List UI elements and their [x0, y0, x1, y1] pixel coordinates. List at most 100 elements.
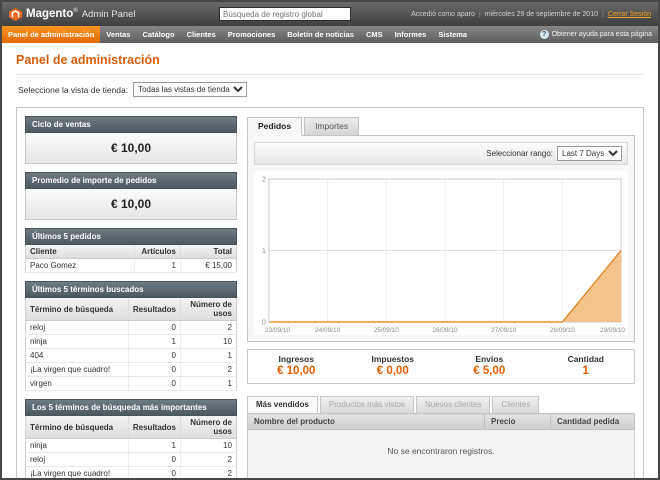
panel-title: Ciclo de ventas — [25, 116, 237, 133]
tab-pedidos[interactable]: Pedidos — [247, 117, 302, 136]
column-header-numero-de-usos: Número de usos — [181, 416, 237, 439]
cell-value: 1 — [128, 439, 180, 453]
page-help-link[interactable]: ? Obtener ayuda para esta página — [534, 26, 658, 43]
nav-item-catalogo[interactable]: Catálogo — [136, 26, 180, 43]
nav-item-promociones[interactable]: Promociones — [222, 26, 282, 43]
cell-term: ninja — [26, 335, 129, 349]
cell-term: ¡La virgen que cuadro! — [26, 467, 129, 479]
top-search-terms-table: Término de búsquedaResultadosNúmero de u… — [25, 416, 237, 478]
column-header-total: Total — [181, 245, 237, 259]
svg-text:29/09/10: 29/09/10 — [600, 327, 626, 334]
panel-title: Los 5 términos de búsqueda más important… — [25, 399, 237, 416]
products-tabs: Más vendidosProductos más vistosNuevos c… — [247, 396, 635, 414]
table-row[interactable]: Paco Gomez1€ 15,00 — [26, 259, 237, 273]
range-selector-row: Seleccionar rango: Last 7 Days — [254, 142, 628, 165]
table-row[interactable]: reloj02 — [26, 321, 237, 335]
range-label: Seleccionar rango: — [486, 149, 553, 158]
table-row[interactable]: ¡La virgen que cuadro!02 — [26, 467, 237, 479]
cell-term: Paco Gomez — [26, 259, 135, 273]
cell-value: 2 — [181, 453, 237, 467]
lifetime-sales-value: € 10,00 — [25, 133, 237, 164]
nav-item-panel-de-administracion[interactable]: Panel de administración — [2, 26, 100, 43]
svg-text:23/09/10: 23/09/10 — [265, 327, 291, 334]
cell-value: 0 — [128, 377, 180, 391]
separator: | — [479, 11, 481, 18]
cell-term: ninja — [26, 439, 129, 453]
cell-value: 0 — [128, 349, 180, 363]
dashboard-sidebar: Ciclo de ventas € 10,00 Promedio de impo… — [25, 116, 237, 478]
cell-value: 1 — [135, 259, 181, 273]
table-row[interactable]: 40401 — [26, 349, 237, 363]
main-nav: Panel de administraciónVentasCatálogoCli… — [2, 26, 658, 43]
cell-term: reloj — [26, 453, 129, 467]
table-header-row: Término de búsquedaResultadosNúmero de u… — [26, 416, 237, 439]
column-header-termino-de-busqueda: Término de búsqueda — [26, 298, 129, 321]
tab-mas-vendidos[interactable]: Más vendidos — [247, 396, 318, 414]
header-date: miércoles 29 de septiembre de 2010 — [485, 11, 598, 18]
total-value: € 10,00 — [248, 365, 345, 377]
table-row[interactable]: ninja110 — [26, 439, 237, 453]
empty-message: No se encontraron registros. — [248, 430, 635, 479]
tab-importes[interactable]: Importes — [304, 117, 359, 136]
column-header-termino-de-busqueda: Término de búsqueda — [26, 416, 129, 439]
svg-text:26/09/10: 26/09/10 — [432, 327, 458, 334]
total-label: Envíos — [441, 354, 538, 364]
column-header-articulos: Artículos — [135, 245, 181, 259]
top-header: Magento® Admin Panel Accedió como aparo … — [2, 2, 658, 26]
nav-item-clientes[interactable]: Clientes — [181, 26, 222, 43]
column-header-resultados: Resultados — [128, 416, 180, 439]
products-table-header-row: Nombre del productoPrecioCantidad pedida — [248, 414, 635, 430]
dashboard-main: Panel de administración Seleccione la vi… — [2, 43, 658, 478]
table-header-row: Término de búsquedaResultadosNúmero de u… — [26, 298, 237, 321]
cell-value: 2 — [181, 467, 237, 479]
tab-clientes: Clientes — [492, 396, 539, 414]
products-table: Nombre del productoPrecioCantidad pedida… — [247, 413, 635, 478]
logo-text: Magento® — [26, 8, 78, 20]
average-orders-value: € 10,00 — [25, 189, 237, 220]
page-title: Panel de administración — [2, 43, 658, 74]
range-select[interactable]: Last 7 Days — [557, 146, 622, 161]
nav-item-boletin-de-noticias[interactable]: Boletín de noticias — [281, 26, 360, 43]
nav-items: Panel de administraciónVentasCatálogoCli… — [2, 26, 473, 43]
cell-value: 2 — [181, 363, 237, 377]
table-row[interactable]: ninja110 — [26, 335, 237, 349]
table-row[interactable]: virgen01 — [26, 377, 237, 391]
dashboard-main-col: PedidosImportes Seleccionar rango: Last … — [247, 116, 635, 478]
store-view-select[interactable]: Todas las vistas de tienda — [133, 82, 247, 97]
cell-term: reloj — [26, 321, 129, 335]
total-impuestos: Impuestos€ 0,00 — [345, 354, 442, 377]
table-row[interactable]: reloj02 — [26, 453, 237, 467]
svg-text:0: 0 — [262, 319, 266, 326]
cell-value: 0 — [128, 453, 180, 467]
header-user-area: Accedió como aparo | miércoles 29 de sep… — [411, 11, 651, 18]
panel-title: Últimos 5 pedidos — [25, 228, 237, 245]
svg-text:25/09/10: 25/09/10 — [374, 327, 400, 334]
chart-panel: Seleccionar rango: Last 7 Days 01223/09/… — [247, 135, 635, 342]
cell-value: 2 — [181, 321, 237, 335]
cell-term: 404 — [26, 349, 129, 363]
column-header-cantidad-pedida: Cantidad pedida — [551, 414, 635, 430]
nav-item-informes[interactable]: Informes — [389, 26, 433, 43]
chart-tabs: PedidosImportes — [247, 117, 635, 136]
total-label: Cantidad — [538, 354, 635, 364]
logout-link[interactable]: Cerrar Sesión — [608, 11, 651, 18]
nav-item-cms[interactable]: CMS — [360, 26, 389, 43]
last-orders-panel: Últimos 5 pedidos ClienteArtículosTotalP… — [25, 228, 237, 273]
cell-term: ¡La virgen que cuadro! — [26, 363, 129, 377]
global-search-input[interactable] — [219, 7, 351, 21]
svg-text:27/09/10: 27/09/10 — [491, 327, 517, 334]
cell-value: 0 — [128, 321, 180, 335]
total-cantidad: Cantidad1 — [538, 354, 635, 377]
total-value: 1 — [538, 365, 635, 377]
table-row[interactable]: ¡La virgen que cuadro!02 — [26, 363, 237, 377]
column-header-precio: Precio — [485, 414, 551, 430]
total-value: € 5,00 — [441, 365, 538, 377]
logged-in-as: Accedió como aparo — [411, 11, 475, 18]
empty-row: No se encontraron registros. — [248, 430, 635, 479]
cell-value: 1 — [181, 377, 237, 391]
orders-chart: 01223/09/1024/09/1025/09/1026/09/1027/09… — [254, 171, 628, 335]
nav-item-ventas[interactable]: Ventas — [100, 26, 136, 43]
column-header-cliente: Cliente — [26, 245, 135, 259]
store-view-label: Seleccione la vista de tienda: — [18, 85, 128, 95]
nav-item-sistema[interactable]: Sistema — [432, 26, 473, 43]
